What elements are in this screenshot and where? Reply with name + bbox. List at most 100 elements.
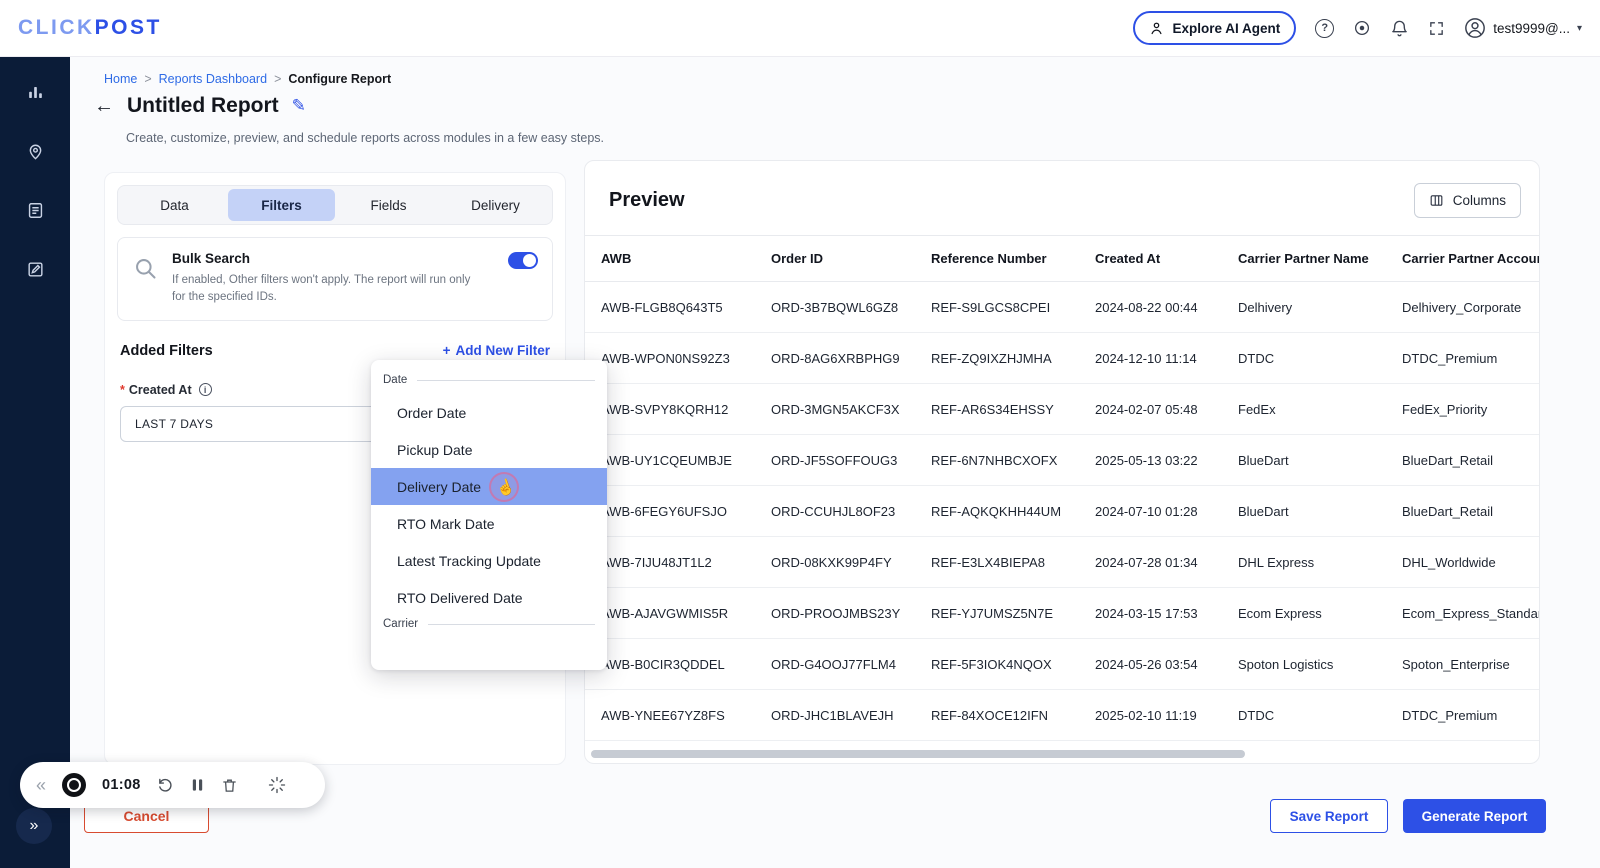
bulk-search-card: Bulk Search If enabled, Other filters wo…: [117, 237, 553, 321]
explore-ai-agent-button[interactable]: Explore AI Agent: [1133, 11, 1297, 45]
menu-item-delivery-date[interactable]: Delivery Date ☝: [371, 468, 607, 505]
table-cell: Spoton_Enterprise: [1386, 638, 1539, 690]
help-icon[interactable]: ?: [1315, 18, 1335, 38]
table-cell: Delhivery: [1222, 281, 1386, 333]
table-cell: REF-YJ7UMSZ5N7E: [915, 587, 1079, 639]
tab-filters[interactable]: Filters: [228, 189, 335, 221]
table-row: AWB-6FEGY6UFSJO ORD-CCUHJL8OF23 REF-AQKQKH…: [585, 485, 1539, 537]
add-new-filter-button[interactable]: + Add New Filter: [443, 343, 550, 358]
screen-recorder-toolbar: « 01:08: [20, 762, 325, 808]
columns-button[interactable]: Columns: [1413, 183, 1521, 218]
table-cell: DHL Express: [1222, 536, 1386, 588]
restart-recording-icon[interactable]: [157, 777, 174, 794]
table-cell: DTDC: [1222, 332, 1386, 384]
table-cell: Ecom Express: [1222, 587, 1386, 639]
table-cell: AWB-FLGB8Q643T5: [585, 281, 755, 333]
table-cell: FedEx_Priority: [1386, 383, 1539, 435]
double-chevron-right-icon: »: [29, 817, 39, 834]
required-asterisk: *: [120, 382, 125, 397]
horizontal-scrollbar-thumb[interactable]: [591, 750, 1245, 758]
tab-delivery[interactable]: Delivery: [442, 189, 549, 221]
table-cell: Spoton Logistics: [1222, 638, 1386, 690]
tab-fields[interactable]: Fields: [335, 189, 442, 221]
filter-type-menu: Date Order Date Pickup Date Delivery Date ☝ R…: [371, 360, 607, 670]
table-cell: ORD-G4OOJ77FLM4: [755, 638, 915, 690]
bulk-search-toggle[interactable]: [508, 252, 538, 269]
table-cell: REF-5F3IOK4NQOX: [915, 638, 1079, 690]
back-button[interactable]: ←: [94, 95, 114, 118]
logo-text-click: CLICK: [18, 16, 95, 39]
table-row: AWB-AJAVGWMIS5R ORD-PROOJMBS23Y REF-YJ7UMS…: [585, 587, 1539, 639]
table-cell: AWB-YNEE67YZ8FS: [585, 689, 755, 741]
explore-ai-agent-label: Explore AI Agent: [1172, 20, 1281, 36]
info-icon[interactable]: i: [198, 383, 212, 396]
created-at-value: LAST 7 DAYS: [135, 416, 214, 431]
menu-section-label: Carrier: [371, 616, 607, 638]
recording-timer: 01:08: [102, 777, 141, 793]
menu-item-order-date[interactable]: Order Date: [371, 394, 607, 431]
table-cell: ORD-JF5SOFFOUG3: [755, 434, 915, 486]
menu-item-rto-mark-date[interactable]: RTO Mark Date: [371, 505, 607, 542]
breadcrumb-reports-dashboard[interactable]: Reports Dashboard: [159, 72, 267, 86]
menu-item-rto-delivered-date[interactable]: RTO Delivered Date: [371, 579, 607, 616]
table-cell: AWB-UY1CQEUMBJE: [585, 434, 755, 486]
magnifier-icon: [132, 255, 159, 282]
column-header-carrier-partner-name: Carrier Partner Name: [1222, 235, 1386, 282]
table-cell: AWB-WPON0NS92Z3: [585, 332, 755, 384]
table-cell: 2024-07-28 01:34: [1079, 536, 1222, 588]
bulk-search-description: If enabled, Other filters won't apply. T…: [172, 274, 471, 304]
table-cell: DTDC: [1222, 689, 1386, 741]
table-cell: AWB-AJAVGWMIS5R: [585, 587, 755, 639]
sidebar-item-orders-icon[interactable]: [26, 201, 45, 220]
table-cell: FedEx: [1222, 383, 1386, 435]
table-cell: 2024-02-07 05:48: [1079, 383, 1222, 435]
sidebar-item-reports-icon[interactable]: [26, 260, 45, 279]
table-cell: Delhivery_Corporate: [1386, 281, 1539, 333]
column-header-created-at: Created At: [1079, 235, 1222, 282]
table-cell: BlueDart: [1222, 434, 1386, 486]
table-row: AWB-FLGB8Q643T5 ORD-3B7BQWL6GZ8 REF-S9LGCS…: [585, 281, 1539, 333]
add-new-filter-label: Add New Filter: [455, 343, 550, 358]
user-avatar-icon: [1464, 17, 1486, 39]
menu-item-latest-tracking-update[interactable]: Latest Tracking Update: [371, 542, 607, 579]
save-report-button[interactable]: Save Report: [1270, 799, 1388, 833]
username-text: test9999@...: [1493, 20, 1570, 36]
edit-title-icon[interactable]: ✎: [292, 96, 306, 116]
table-cell: REF-ZQ9IXZHJMHA: [915, 332, 1079, 384]
table-cell: BlueDart_Retail: [1386, 485, 1539, 537]
user-menu[interactable]: test9999@... ▾: [1464, 17, 1582, 39]
click-effect-icon[interactable]: [268, 776, 286, 794]
hand-cursor-icon: ☝: [493, 476, 517, 499]
tab-data[interactable]: Data: [121, 189, 228, 221]
page-title: Untitled Report: [127, 94, 279, 117]
sidebar-expand-button[interactable]: »: [16, 808, 52, 844]
table-cell: BlueDart: [1222, 485, 1386, 537]
pause-recording-icon[interactable]: [190, 777, 205, 793]
breadcrumb-home[interactable]: Home: [104, 72, 137, 86]
clickpost-logo[interactable]: CLICKPOST: [18, 16, 162, 40]
table-cell: ORD-3B7BQWL6GZ8: [755, 281, 915, 333]
preview-title: Preview: [609, 189, 685, 211]
target-icon[interactable]: [1353, 19, 1371, 37]
preview-card: Preview Columns AWB Order ID Reference Num…: [584, 160, 1540, 764]
click-indicator-ring: ☝: [489, 471, 519, 502]
table-cell: ORD-3MGN5AKCF3X: [755, 383, 915, 435]
sidebar-item-tracking-icon[interactable]: [26, 142, 45, 161]
table-cell: DTDC_Premium: [1386, 689, 1539, 741]
table-cell: 2025-02-10 11:19: [1079, 689, 1222, 741]
table-cell: REF-S9LGCS8CPEI: [915, 281, 1079, 333]
table-row: AWB-B0CIR3QDDEL ORD-G4OOJ77FLM4 REF-5F3IOK…: [585, 638, 1539, 690]
sidebar-item-analytics-icon[interactable]: [26, 83, 45, 102]
double-chevron-left-icon[interactable]: «: [36, 775, 46, 796]
notifications-bell-icon[interactable]: [1390, 19, 1409, 38]
table-cell: 2024-07-10 01:28: [1079, 485, 1222, 537]
generate-report-button[interactable]: Generate Report: [1403, 799, 1546, 833]
table-cell: REF-AQKQKHH44UM: [915, 485, 1079, 537]
ai-agent-icon: [1149, 21, 1164, 36]
fullscreen-icon[interactable]: [1428, 20, 1445, 37]
table-cell: REF-84XOCE12IFN: [915, 689, 1079, 741]
table-row: AWB-WPON0NS92Z3 ORD-8AG6XRBPHG9 REF-ZQ9IXZ…: [585, 332, 1539, 384]
menu-item-pickup-date[interactable]: Pickup Date: [371, 431, 607, 468]
record-stop-button[interactable]: [62, 773, 87, 797]
delete-recording-icon[interactable]: [221, 777, 238, 794]
